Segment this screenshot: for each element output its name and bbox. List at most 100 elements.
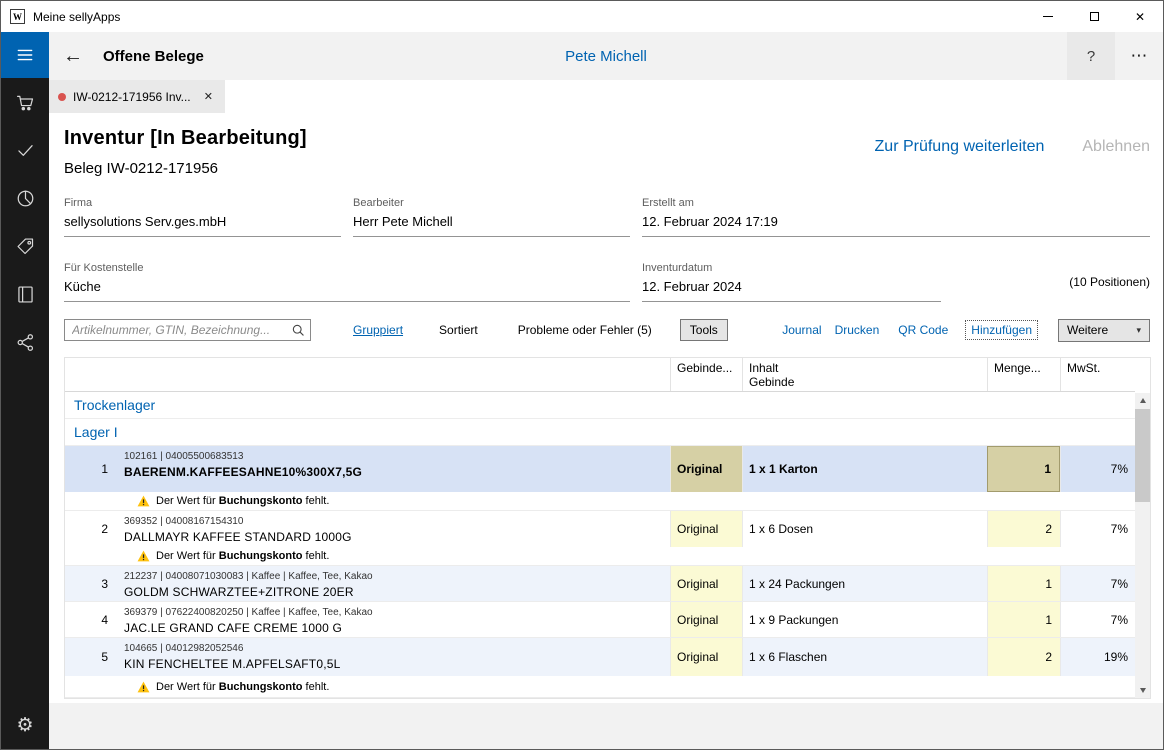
- field-value[interactable]: 12. Februar 2024: [642, 279, 941, 302]
- warning-icon: [137, 550, 150, 562]
- table-row[interactable]: 4 369379 | 07622400820250 | Kaffee | Kaf…: [65, 602, 1135, 638]
- forward-for-review-link[interactable]: Zur Prüfung weiterleiten: [875, 138, 1045, 156]
- field-erstellt-am: Erstellt am 12. Februar 2024 17:19: [642, 197, 1150, 237]
- row-warning: Der Wert für Buchungskonto fehlt.: [65, 676, 1135, 698]
- sidebar-item-settings[interactable]: ⚙: [1, 701, 49, 749]
- header-menge[interactable]: Menge...: [987, 358, 1060, 391]
- row-number: 2: [65, 511, 117, 547]
- print-link[interactable]: Drucken: [835, 323, 880, 337]
- arrow-up-icon: [1140, 398, 1146, 403]
- list-toolbar: Gruppiert Sortiert Probleme oder Fehler …: [64, 318, 1150, 342]
- field-value[interactable]: 12. Februar 2024 17:19: [642, 214, 1150, 237]
- tab-document[interactable]: IW-0212-171956 Inv... ✕: [49, 80, 225, 113]
- hamburger-menu-button[interactable]: [1, 32, 49, 78]
- group-row-lager-i[interactable]: Lager I: [65, 419, 1135, 446]
- back-button[interactable]: ←: [49, 32, 97, 80]
- window-title: Meine sellyApps: [33, 10, 120, 24]
- table-row[interactable]: 5 104665 | 04012982052546 KIN FENCHELTEE…: [65, 638, 1135, 676]
- article-name: DALLMAYR KAFFEE STANDARD 1000G: [124, 530, 670, 544]
- mwst-cell: 7%: [1060, 446, 1135, 492]
- dropdown-label: Weitere: [1067, 323, 1108, 337]
- header-article: [117, 358, 670, 391]
- tools-button[interactable]: Tools: [680, 319, 728, 341]
- sidebar-item-share[interactable]: [1, 318, 49, 366]
- help-button[interactable]: ?: [1067, 32, 1115, 80]
- menge-cell[interactable]: 1: [987, 602, 1060, 637]
- header-mwst[interactable]: MwSt.: [1060, 358, 1135, 391]
- row-number: 5: [65, 638, 117, 676]
- table-row[interactable]: 1 102161 | 04005500683513 BAERENM.KAFFEE…: [65, 446, 1135, 492]
- add-item-link[interactable]: Hinzufügen: [965, 320, 1038, 340]
- mwst-cell: 7%: [1060, 566, 1135, 601]
- ellipsis-icon: ⋯: [1131, 46, 1148, 66]
- inhalt-cell: 1 x 6 Dosen: [742, 511, 987, 547]
- gebinde-cell[interactable]: Original: [670, 566, 742, 601]
- tab-label: IW-0212-171956 Inv...: [73, 90, 194, 104]
- maximize-button[interactable]: [1071, 1, 1117, 32]
- sidebar-item-prices[interactable]: [1, 222, 49, 270]
- article-cell: 369379 | 07622400820250 | Kaffee | Kaffe…: [117, 602, 670, 637]
- more-actions-dropdown[interactable]: Weitere ▾: [1058, 319, 1150, 342]
- more-options-button[interactable]: ⋯: [1115, 32, 1163, 80]
- minimize-icon: [1043, 16, 1053, 17]
- inhalt-cell: 1 x 1 Karton: [742, 446, 987, 492]
- sidebar-item-statistics[interactable]: [1, 174, 49, 222]
- menge-cell[interactable]: 1: [987, 566, 1060, 601]
- gebinde-cell[interactable]: Original: [670, 638, 742, 676]
- field-value[interactable]: Küche: [64, 279, 630, 302]
- cart-icon: [15, 92, 36, 113]
- vertical-scrollbar[interactable]: [1135, 393, 1150, 698]
- minimize-button[interactable]: [1025, 1, 1071, 32]
- sidebar-item-tasks[interactable]: [1, 126, 49, 174]
- scrollbar-thumb[interactable]: [1135, 409, 1150, 502]
- table-body: Trockenlager Lager I 1 102161 | 04005500…: [65, 392, 1135, 698]
- gebinde-cell[interactable]: Original: [670, 511, 742, 547]
- app-header: ← Offene Belege Pete Michell ? ⋯: [49, 32, 1163, 80]
- sidebar-item-journal[interactable]: [1, 270, 49, 318]
- field-label: Erstellt am: [642, 197, 1150, 209]
- sort-toggle-link[interactable]: Sortiert: [439, 323, 478, 337]
- document-number: Beleg IW-0212-171956: [64, 160, 307, 177]
- search-button[interactable]: [286, 320, 310, 340]
- menge-cell[interactable]: 2: [987, 511, 1060, 547]
- tab-strip: IW-0212-171956 Inv... ✕: [49, 80, 1163, 113]
- search-box: [64, 319, 311, 341]
- gebinde-cell[interactable]: Original: [670, 602, 742, 637]
- menge-cell[interactable]: 1: [987, 446, 1060, 492]
- sidebar-item-cart[interactable]: [1, 78, 49, 126]
- field-label: Bearbeiter: [353, 197, 630, 209]
- search-input[interactable]: [65, 323, 286, 337]
- scrollbar-track[interactable]: [1135, 408, 1150, 683]
- status-footer: [49, 703, 1163, 749]
- scroll-up-button[interactable]: [1135, 393, 1150, 408]
- article-name: BAERENM.KAFFEESAHNE10%300X7,5G: [124, 465, 670, 479]
- gebinde-cell[interactable]: Original: [670, 446, 742, 492]
- scroll-down-button[interactable]: [1135, 683, 1150, 698]
- header-gebinde[interactable]: Gebinde...: [670, 358, 742, 391]
- menge-cell[interactable]: 2: [987, 638, 1060, 676]
- warning-icon: [137, 495, 150, 507]
- header-inhalt-gebinde[interactable]: Inhalt Gebinde: [742, 358, 987, 391]
- problems-filter-link[interactable]: Probleme oder Fehler (5): [518, 323, 652, 337]
- journal-link[interactable]: Journal: [782, 323, 821, 337]
- group-toggle-link[interactable]: Gruppiert: [353, 323, 403, 337]
- hamburger-icon: [15, 45, 35, 65]
- row-number: 4: [65, 602, 117, 637]
- article-meta: 104665 | 04012982052546: [124, 643, 670, 654]
- tab-close-icon[interactable]: ✕: [201, 88, 216, 105]
- qr-code-link[interactable]: QR Code: [898, 323, 948, 337]
- row-number: 1: [65, 446, 117, 492]
- group-row-trockenlager[interactable]: Trockenlager: [65, 392, 1135, 419]
- article-cell: 369352 | 04008167154310 DALLMAYR KAFFEE …: [117, 511, 670, 547]
- table-row[interactable]: 3 212237 | 04008071030083 | Kaffee | Kaf…: [65, 566, 1135, 602]
- article-cell: 102161 | 04005500683513 BAERENM.KAFFEESA…: [117, 446, 670, 492]
- field-value[interactable]: Herr Pete Michell: [353, 214, 630, 237]
- sidebar: ⚙: [1, 32, 49, 749]
- table-row[interactable]: 2 369352 | 04008167154310 DALLMAYR KAFFE…: [65, 511, 1135, 547]
- reject-link[interactable]: Ablehnen: [1082, 138, 1150, 156]
- journal-icon: [15, 284, 36, 305]
- field-value[interactable]: sellysolutions Serv.ges.mbH: [64, 214, 341, 237]
- current-user-label: Pete Michell: [49, 48, 1163, 65]
- close-button[interactable]: ✕: [1117, 1, 1163, 32]
- maximize-icon: [1090, 12, 1099, 21]
